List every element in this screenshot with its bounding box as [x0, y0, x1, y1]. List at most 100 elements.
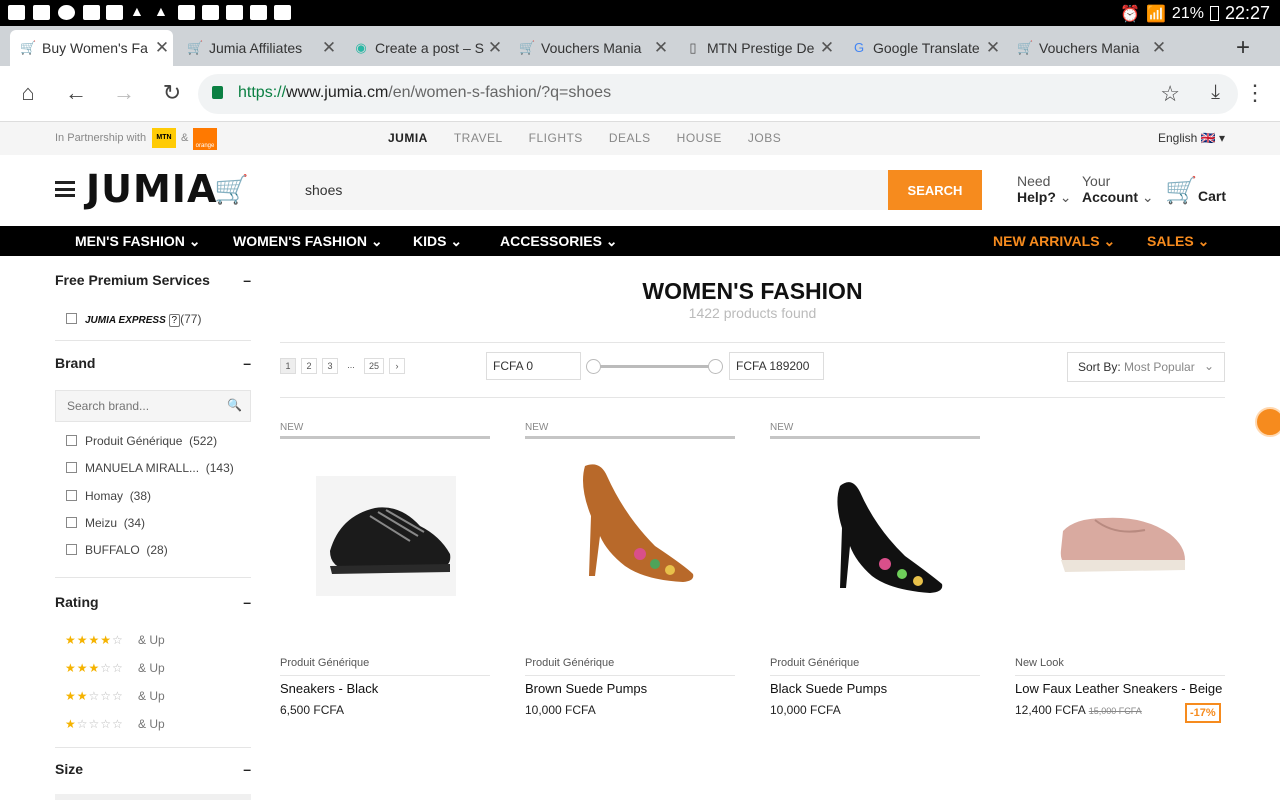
- brand-option[interactable]: Meizu (34): [85, 516, 145, 530]
- rating-3-stars-icon[interactable]: ★★★☆☆: [65, 661, 124, 675]
- sort-dropdown[interactable]: Sort By: Most Popular ⌄: [1067, 352, 1225, 382]
- brand-checkbox[interactable]: [66, 544, 77, 555]
- product-name[interactable]: Sneakers - Black: [280, 681, 378, 696]
- bookmark-star-icon[interactable]: ☆: [1160, 81, 1180, 107]
- collapse-icon[interactable]: –: [243, 272, 251, 288]
- rating-option-label[interactable]: & Up: [138, 661, 165, 675]
- browser-menu-icon[interactable]: ⋮: [1244, 80, 1266, 106]
- express-checkbox[interactable]: [66, 313, 77, 324]
- logo-cart-icon: 🛒: [214, 174, 249, 205]
- price-range-slider[interactable]: [595, 365, 715, 368]
- service-jumia[interactable]: JUMIA: [388, 131, 428, 145]
- price-min-input[interactable]: FCFA 0: [486, 352, 581, 380]
- page-25-button[interactable]: 25: [364, 358, 384, 374]
- browser-tab[interactable]: ◉ Create a post – S ✕: [343, 30, 506, 66]
- collapse-icon[interactable]: –: [243, 761, 251, 777]
- search-input[interactable]: [290, 170, 888, 210]
- rating-header[interactable]: Rating –: [55, 594, 251, 610]
- new-tab-button[interactable]: +: [1236, 34, 1250, 62]
- product-name[interactable]: Brown Suede Pumps: [525, 681, 647, 696]
- warning-icon: ▲: [154, 3, 168, 19]
- search-icon[interactable]: 🔍: [227, 398, 242, 412]
- brand-header[interactable]: Brand –: [55, 355, 251, 371]
- browser-tab[interactable]: ▯ MTN Prestige De ✕: [675, 30, 838, 66]
- browser-tab[interactable]: 🛒 Vouchers Mania ✕: [1007, 30, 1170, 66]
- account-menu[interactable]: Your Account ⌄: [1082, 173, 1154, 205]
- page-1-button[interactable]: 1: [280, 358, 296, 374]
- close-icon[interactable]: ✕: [151, 38, 173, 58]
- brand-option[interactable]: Homay (38): [85, 489, 151, 503]
- close-icon[interactable]: ✕: [1148, 38, 1170, 58]
- search-button[interactable]: SEARCH: [888, 170, 982, 210]
- browser-tab[interactable]: 🛒 Jumia Affiliates ✕: [177, 30, 340, 66]
- page-2-button[interactable]: 2: [301, 358, 317, 374]
- product-image-black-pump[interactable]: [790, 456, 960, 606]
- brand-search-input[interactable]: [55, 390, 251, 422]
- service-house[interactable]: HOUSE: [677, 131, 722, 145]
- collapse-icon[interactable]: –: [243, 594, 251, 610]
- url-text[interactable]: https://www.jumia.cm/en/women-s-fashion/…: [238, 84, 611, 102]
- brand-checkbox[interactable]: [66, 462, 77, 473]
- brand-option[interactable]: MANUELA MIRALL... (143): [85, 461, 234, 475]
- nav-womens-fashion[interactable]: WOMEN'S FASHION ⌄: [233, 233, 383, 250]
- close-icon[interactable]: ✕: [318, 38, 340, 58]
- collapse-icon[interactable]: –: [243, 355, 251, 371]
- language-selector[interactable]: English 🇬🇧 ▾: [1158, 131, 1225, 145]
- rating-2-stars-icon[interactable]: ★★☆☆☆: [65, 689, 124, 703]
- rating-option-label[interactable]: & Up: [138, 689, 165, 703]
- page-3-button[interactable]: 3: [322, 358, 338, 374]
- close-icon[interactable]: ✕: [484, 38, 506, 58]
- alarm-icon: ⏰: [1120, 5, 1140, 23]
- nav-accessories[interactable]: ACCESSORIES ⌄: [500, 233, 618, 250]
- nav-mens-fashion[interactable]: MEN'S FASHION ⌄: [75, 233, 201, 250]
- product-name[interactable]: Black Suede Pumps: [770, 681, 887, 696]
- rating-4-stars-icon[interactable]: ★★★★☆: [65, 633, 124, 647]
- rating-option-label[interactable]: & Up: [138, 717, 165, 731]
- download-icon[interactable]: ⤓: [1211, 81, 1220, 104]
- brand-checkbox[interactable]: [66, 435, 77, 446]
- product-name[interactable]: Low Faux Leather Sneakers - Beige: [1015, 681, 1222, 696]
- price-max-input[interactable]: FCFA 189200: [729, 352, 824, 380]
- service-jobs[interactable]: JOBS: [748, 131, 781, 145]
- service-flights[interactable]: FLIGHTS: [529, 131, 583, 145]
- hamburger-menu-icon[interactable]: [55, 181, 75, 197]
- browser-tab[interactable]: 🛒 Vouchers Mania ✕: [509, 30, 672, 66]
- price-max-handle[interactable]: [708, 359, 723, 374]
- mail-icon: [33, 5, 50, 20]
- jumia-logo[interactable]: JUMIA: [86, 167, 217, 211]
- premium-services-header[interactable]: Free Premium Services –: [55, 272, 251, 288]
- browser-tab[interactable]: 🛒 Buy Women's Fa ✕: [10, 30, 173, 66]
- back-icon[interactable]: ←: [62, 80, 90, 106]
- close-icon[interactable]: ✕: [982, 38, 1004, 58]
- close-icon[interactable]: ✕: [650, 38, 672, 58]
- cart-link[interactable]: Cart: [1198, 188, 1226, 204]
- browser-tab[interactable]: G Google Translate ✕: [841, 30, 1004, 66]
- service-travel[interactable]: TRAVEL: [454, 131, 503, 145]
- nav-new-arrivals[interactable]: NEW ARRIVALS ⌄: [993, 233, 1115, 250]
- product-image-beige-sneaker[interactable]: [1035, 456, 1205, 606]
- forward-icon[interactable]: →: [110, 80, 138, 106]
- close-icon[interactable]: ✕: [816, 38, 838, 58]
- brand-option[interactable]: BUFFALO (28): [85, 543, 168, 557]
- cart-icon[interactable]: 🛒: [1165, 175, 1197, 206]
- page-ellipsis: ...: [347, 360, 355, 370]
- nav-kids[interactable]: KIDS ⌄: [413, 233, 462, 250]
- product-image-brown-pump[interactable]: [545, 456, 715, 606]
- home-icon[interactable]: ⌂: [14, 80, 42, 106]
- help-menu[interactable]: Need Help? ⌄: [1017, 173, 1072, 205]
- service-deals[interactable]: DEALS: [609, 131, 651, 145]
- rating-1-star-icon[interactable]: ★☆☆☆☆: [65, 717, 124, 731]
- brand-option[interactable]: Produit Générique (522): [85, 434, 217, 448]
- product-image-sneaker[interactable]: [300, 456, 470, 606]
- brand-checkbox[interactable]: [66, 517, 77, 528]
- floating-video-icon[interactable]: [1255, 407, 1280, 437]
- reload-icon[interactable]: ↻: [158, 80, 186, 106]
- next-page-button[interactable]: ›: [389, 358, 405, 374]
- info-icon[interactable]: ?: [168, 314, 181, 327]
- rating-option-label[interactable]: & Up: [138, 633, 165, 647]
- size-header[interactable]: Size –: [55, 761, 251, 777]
- url-bar[interactable]: https://www.jumia.cm/en/women-s-fashion/…: [198, 74, 1238, 114]
- brand-checkbox[interactable]: [66, 490, 77, 501]
- price-min-handle[interactable]: [586, 359, 601, 374]
- nav-sales[interactable]: SALES ⌄: [1147, 233, 1209, 250]
